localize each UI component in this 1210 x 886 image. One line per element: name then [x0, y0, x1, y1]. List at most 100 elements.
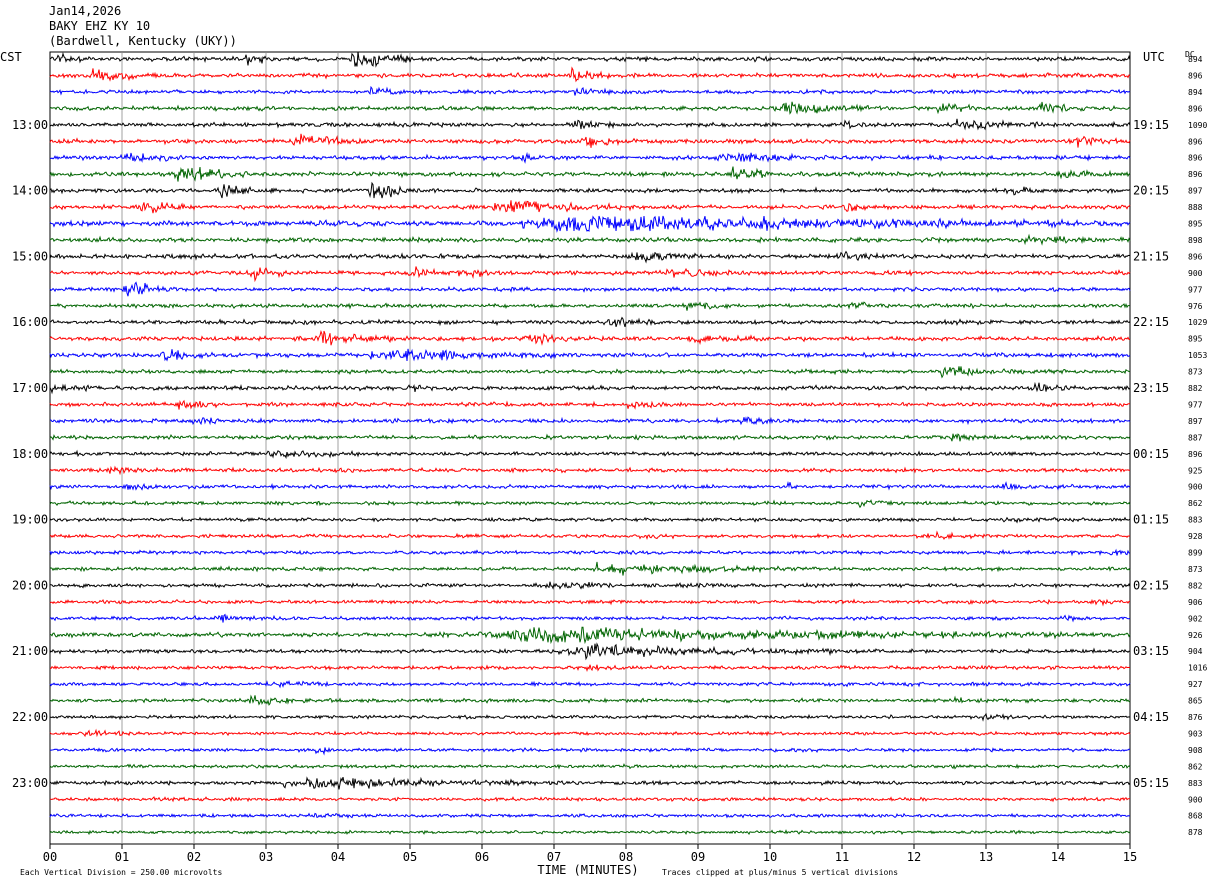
dc-offset-label: 888 [1188, 203, 1203, 212]
seismic-trace [49, 598, 1131, 607]
seismic-trace [49, 829, 1131, 836]
seismic-trace [49, 200, 1131, 214]
seismic-trace [49, 548, 1131, 557]
dc-offset-label: 896 [1188, 71, 1203, 80]
dc-offset-label: 903 [1188, 729, 1203, 738]
dc-offset-label: 896 [1188, 154, 1203, 163]
dc-offset-label: 883 [1188, 779, 1203, 788]
utc-hour-label: 02:15 [1133, 578, 1169, 592]
seismic-trace [49, 465, 1131, 476]
seismic-trace [49, 233, 1131, 246]
seismic-trace [49, 51, 1131, 68]
seismic-trace [49, 301, 1130, 311]
dc-offset-label: 894 [1188, 88, 1203, 97]
footer-scale-note: Each Vertical Division = 250.00 microvol… [20, 868, 222, 877]
seismic-trace [49, 664, 1131, 673]
seismic-trace [49, 329, 1131, 346]
seismic-trace [49, 151, 1131, 164]
x-tick-label: 01 [115, 850, 129, 864]
x-tick-label: 04 [331, 850, 345, 864]
dc-offset-label: 900 [1188, 483, 1203, 492]
seismic-trace [49, 250, 1131, 264]
seismic-trace [49, 133, 1131, 148]
footer-clip-note: Traces clipped at plus/minus 5 vertical … [662, 868, 898, 877]
dc-offset-label: 1090 [1188, 121, 1207, 130]
x-tick-label: 10 [763, 850, 777, 864]
dc-offset-label: 1016 [1188, 664, 1207, 673]
dc-offset-label: 873 [1188, 368, 1203, 377]
cst-hour-label: 14:00 [12, 184, 48, 198]
seismic-trace [49, 626, 1131, 645]
seismic-trace [49, 316, 1131, 328]
seismic-trace [49, 763, 1131, 770]
dc-offset-label: 895 [1188, 335, 1203, 344]
cst-hour-label: 16:00 [12, 315, 48, 329]
seismic-trace [49, 728, 1131, 738]
dc-offset-label: 896 [1188, 450, 1203, 459]
dc-offset-label: 925 [1188, 466, 1203, 475]
seismic-trace [49, 118, 1131, 131]
dc-offset-label: 896 [1188, 137, 1203, 146]
dc-offset-label: 878 [1188, 828, 1203, 837]
dc-offset-label: 896 [1188, 252, 1203, 261]
dc-offset-label: 927 [1188, 680, 1203, 689]
seismic-trace [49, 694, 1131, 706]
dc-offset-label: 908 [1188, 746, 1203, 755]
seismic-trace [49, 281, 1131, 297]
seismic-trace [49, 679, 1131, 689]
seismic-trace [49, 366, 1131, 379]
dc-offset-label: 976 [1188, 302, 1203, 311]
dc-offset-label: 898 [1188, 236, 1203, 245]
cst-hour-label: 22:00 [12, 710, 48, 724]
dc-offset-label: 896 [1188, 104, 1203, 113]
dc-offset-label: 926 [1188, 631, 1203, 640]
dc-offset-label: 887 [1188, 433, 1203, 442]
dc-offset-label: 977 [1188, 400, 1203, 409]
dc-offset-label: 865 [1188, 697, 1203, 706]
x-tick-label: 02 [187, 850, 201, 864]
dc-offset-label: 873 [1188, 565, 1203, 574]
dc-offset-label: 876 [1188, 713, 1203, 722]
x-tick-label: 11 [835, 850, 849, 864]
dc-offset-label: 1053 [1188, 351, 1207, 360]
seismic-trace [49, 712, 1131, 722]
x-tick-label: 12 [907, 850, 921, 864]
dc-offset-label: 862 [1188, 762, 1203, 771]
dc-offset-label: 883 [1188, 516, 1203, 525]
utc-hour-label: 19:15 [1133, 118, 1169, 132]
dc-offset-label: 900 [1188, 795, 1203, 804]
x-tick-label: 06 [475, 850, 489, 864]
seismic-trace [49, 381, 1131, 395]
dc-offset-label: 894 [1188, 55, 1203, 64]
seismic-trace [49, 433, 1131, 442]
seismic-trace [49, 266, 1131, 283]
dc-offset-label: 902 [1188, 614, 1203, 623]
x-tick-label: 13 [979, 850, 993, 864]
cst-hour-label: 23:00 [12, 776, 48, 790]
cst-hour-label: 18:00 [12, 447, 48, 461]
dc-offset-label: 977 [1188, 285, 1203, 294]
dc-offset-label: 900 [1188, 269, 1203, 278]
seismic-trace [49, 399, 1131, 410]
dc-offset-label: 862 [1188, 499, 1203, 508]
seismic-trace [49, 85, 1131, 96]
seismic-trace [49, 499, 1131, 509]
seismic-trace [49, 812, 1131, 819]
seismic-trace [49, 101, 1131, 115]
utc-hour-label: 22:15 [1133, 315, 1169, 329]
x-axis-title: TIME (MINUTES) [537, 863, 638, 877]
x-tick-label: 09 [691, 850, 705, 864]
right-axis-label: UTC [1143, 50, 1165, 64]
seismic-trace [49, 746, 1131, 756]
x-tick-label: 15 [1123, 850, 1137, 864]
utc-hour-label: 01:15 [1133, 513, 1169, 527]
seismic-trace [49, 796, 1130, 803]
utc-hour-label: 04:15 [1133, 710, 1169, 724]
dc-offset-label: 895 [1188, 220, 1203, 229]
seismic-trace [49, 776, 1131, 790]
dc-offset-label: 897 [1188, 187, 1203, 196]
seismic-trace [49, 561, 1131, 576]
dc-offset-label: 897 [1188, 417, 1203, 426]
dc-offset-label: 882 [1188, 581, 1203, 590]
dc-offset-label: 906 [1188, 598, 1203, 607]
